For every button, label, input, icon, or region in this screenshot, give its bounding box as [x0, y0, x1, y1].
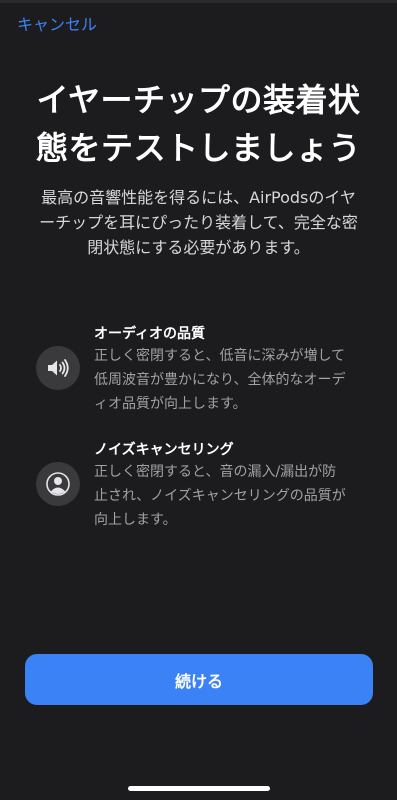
continue-button[interactable]: 続ける: [25, 654, 373, 705]
home-indicator: [128, 786, 270, 791]
modal-sheet: キャンセル イヤーチップの装着状 態をテストしましょう 最高の音響性能を得るには…: [0, 0, 397, 800]
description-text: 最高の音響性能を得るには、AirPodsのイヤ ーチップを耳にぴったり装着して、…: [22, 185, 375, 260]
feature-body-line: 正しく密閉すると、音の漏入/漏出が防: [94, 464, 337, 480]
feature-title: オーディオの品質: [94, 326, 206, 342]
feature-text: ノイズキャンセリング 正しく密閉すると、音の漏入/漏出が防 止され、ノイズキャン…: [94, 440, 377, 532]
feature-body-line: 正しく密閉すると、低音に深みが増して: [94, 348, 346, 364]
feature-body-line: 低周波音が豊かになり、全体的なオーデ: [94, 372, 346, 388]
description-line-2: ーチップを耳にぴったり装着して、完全な密: [39, 213, 358, 232]
cancel-button[interactable]: キャンセル: [17, 14, 97, 36]
feature-body-line: 向上します。: [94, 512, 177, 528]
feature-body: 正しく密閉すると、音の漏入/漏出が防 止され、ノイズキャンセリングの品質が 向上…: [94, 460, 377, 532]
description-line-3: 閉状態にする必要があります。: [87, 238, 310, 257]
feature-text: オーディオの品質 正しく密閉すると、低音に深みが増して 低周波音が豊かになり、全…: [94, 324, 377, 416]
sheet-top-edge: [0, 0, 397, 3]
person-noise-cancel-icon: [36, 462, 80, 506]
page-title: イヤーチップの装着状 態をテストしましょう: [20, 76, 377, 172]
speaker-icon: [36, 346, 80, 390]
feature-body: 正しく密閉すると、低音に深みが増して 低周波音が豊かになり、全体的なオーデ ィオ…: [94, 344, 377, 416]
description-line-1: 最高の音響性能を得るには、AirPodsのイヤ: [41, 188, 356, 207]
feature-title: ノイズキャンセリング: [94, 442, 234, 458]
title-line-1: イヤーチップの装着状: [36, 81, 361, 119]
feature-body-line: ィオ品質が向上します。: [94, 396, 247, 412]
title-line-2: 態をテストしましょう: [35, 129, 361, 167]
feature-body-line: 止され、ノイズキャンセリングの品質が: [94, 488, 346, 504]
